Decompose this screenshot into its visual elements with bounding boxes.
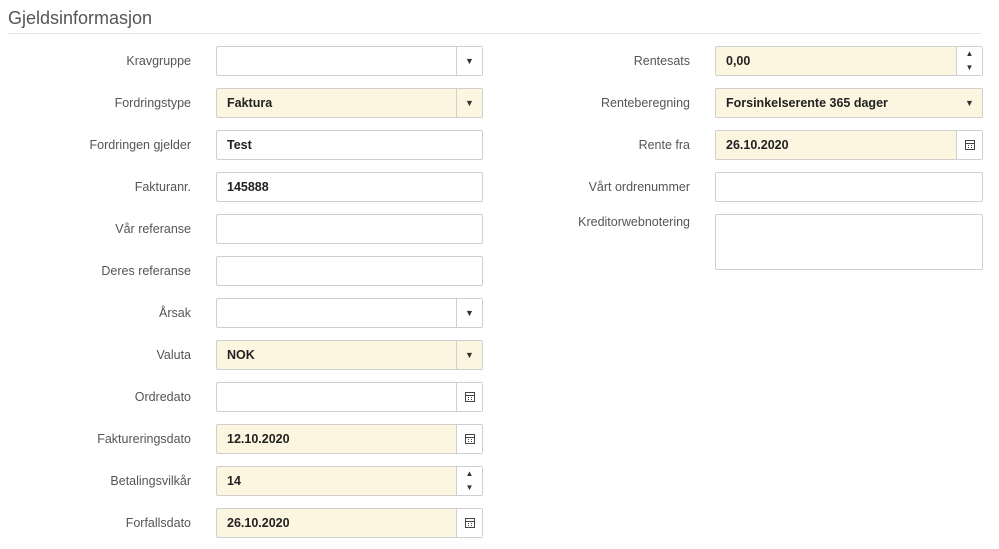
form-row-arsak: Årsak ▼ bbox=[0, 298, 483, 328]
forfallsdato-label: Forfallsdato bbox=[125, 516, 191, 530]
calendar-button[interactable] bbox=[456, 425, 482, 453]
vart-ordrenummer-label: Vårt ordrenummer bbox=[588, 180, 690, 194]
ordredato-input[interactable] bbox=[216, 382, 483, 412]
caret-down-icon[interactable]: ▼ bbox=[456, 341, 482, 369]
form-row-kreditorwebnotering: Kreditorwebnotering bbox=[0, 214, 983, 270]
caret-up-icon[interactable]: ▲ bbox=[457, 467, 482, 481]
ordredato-value bbox=[227, 383, 452, 411]
rente-fra-input[interactable]: 26.10.2020 bbox=[715, 130, 983, 160]
calendar-icon bbox=[464, 392, 475, 402]
calendar-icon bbox=[964, 140, 975, 150]
forfallsdato-value: 26.10.2020 bbox=[227, 516, 290, 530]
arsak-label: Årsak bbox=[159, 306, 191, 320]
form-row-faktureringsdato: Faktureringsdato 12.10.2020 bbox=[0, 424, 483, 454]
rente-fra-value: 26.10.2020 bbox=[726, 138, 789, 152]
renteberegning-select[interactable]: Forsinkelserente 365 dager ▼ bbox=[715, 88, 983, 118]
form-row-rentesats: Rentesats 0,00 ▲ ▼ bbox=[0, 46, 983, 76]
arsak-select[interactable]: ▼ bbox=[216, 298, 483, 328]
betalingsvilkar-label: Betalingsvilkår bbox=[110, 474, 191, 488]
calendar-icon bbox=[464, 518, 475, 528]
faktureringsdato-label: Faktureringsdato bbox=[97, 432, 191, 446]
caret-up-icon[interactable]: ▲ bbox=[957, 47, 982, 61]
calendar-icon bbox=[464, 434, 475, 444]
ordredato-label: Ordredato bbox=[134, 390, 191, 404]
form-row-rente-fra: Rente fra 26.10.2020 bbox=[0, 130, 983, 160]
forfallsdato-input[interactable]: 26.10.2020 bbox=[216, 508, 483, 538]
calendar-button[interactable] bbox=[456, 509, 482, 537]
betalingsvilkar-value: 14 bbox=[227, 474, 241, 488]
form-row-valuta: Valuta NOK ▼ bbox=[0, 340, 483, 370]
vart-ordrenummer-value bbox=[726, 173, 952, 201]
rentesats-spinner[interactable]: ▲ ▼ bbox=[956, 47, 982, 75]
kreditorwebnotering-label: Kreditorwebnotering bbox=[578, 215, 690, 229]
renteberegning-label: Renteberegning bbox=[601, 96, 690, 110]
form-row-betalingsvilkar: Betalingsvilkår 14 ▲ ▼ bbox=[0, 466, 483, 496]
faktureringsdato-value: 12.10.2020 bbox=[227, 432, 290, 446]
rentesats-input[interactable]: 0,00 ▲ ▼ bbox=[715, 46, 983, 76]
rentesats-label: Rentesats bbox=[633, 54, 690, 68]
form-row-ordredato: Ordredato bbox=[0, 382, 483, 412]
caret-down-icon[interactable]: ▼ bbox=[957, 89, 982, 117]
betalingsvilkar-input[interactable]: 14 ▲ ▼ bbox=[216, 466, 483, 496]
kreditorwebnotering-value bbox=[726, 215, 952, 243]
form-row-renteberegning: Renteberegning Forsinkelserente 365 dage… bbox=[0, 88, 983, 118]
rente-fra-label: Rente fra bbox=[638, 138, 690, 152]
section-divider bbox=[8, 33, 981, 34]
caret-down-icon[interactable]: ▼ bbox=[957, 61, 982, 75]
kreditorwebnotering-textarea[interactable] bbox=[715, 214, 983, 270]
calendar-button[interactable] bbox=[456, 383, 482, 411]
vart-ordrenummer-input[interactable] bbox=[715, 172, 983, 202]
form-row-vart-ordrenummer: Vårt ordrenummer bbox=[0, 172, 983, 202]
arsak-value bbox=[227, 299, 452, 327]
section-title: Gjeldsinformasjon bbox=[8, 8, 153, 28]
calendar-button[interactable] bbox=[956, 131, 982, 159]
renteberegning-value: Forsinkelserente 365 dager bbox=[726, 96, 888, 110]
valuta-select[interactable]: NOK ▼ bbox=[216, 340, 483, 370]
form-row-forfallsdato: Forfallsdato 26.10.2020 bbox=[0, 508, 483, 538]
valuta-value: NOK bbox=[227, 348, 255, 362]
faktureringsdato-input[interactable]: 12.10.2020 bbox=[216, 424, 483, 454]
betalingsvilkar-spinner[interactable]: ▲ ▼ bbox=[456, 467, 482, 495]
rentesats-value: 0,00 bbox=[726, 54, 751, 68]
caret-down-icon[interactable]: ▼ bbox=[457, 481, 482, 495]
caret-down-icon[interactable]: ▼ bbox=[456, 299, 482, 327]
valuta-label: Valuta bbox=[156, 348, 191, 362]
